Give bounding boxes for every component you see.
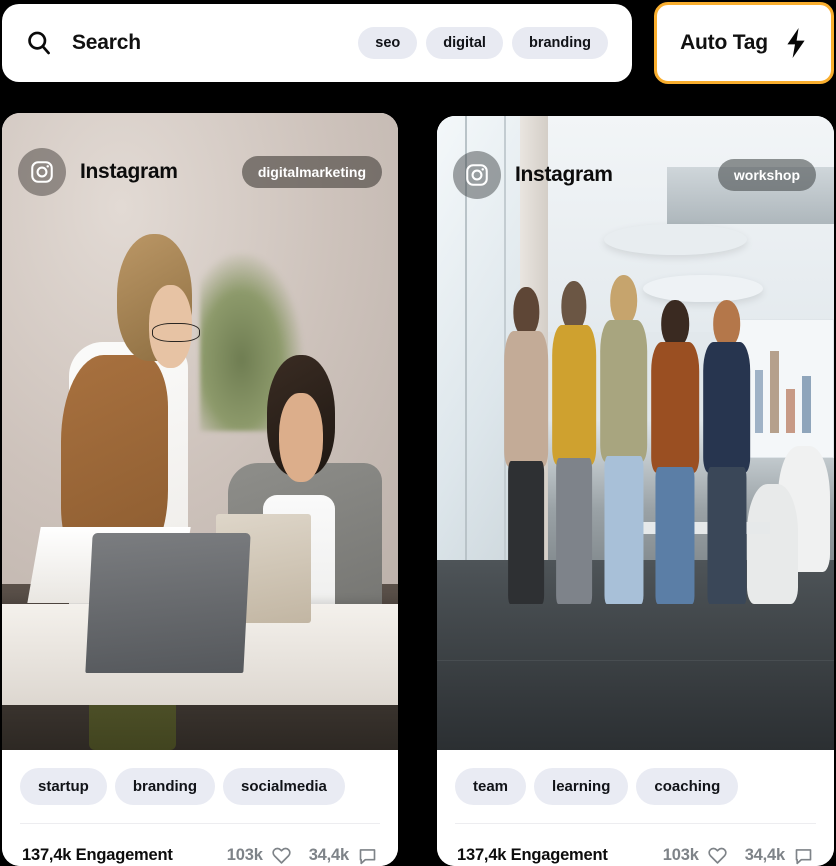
card-tag-list: startup branding socialmedia — [20, 768, 380, 823]
likes-metric[interactable]: 103k — [663, 845, 728, 866]
overlay-tag-chip[interactable]: digitalmarketing — [241, 156, 382, 188]
overlay-tag-chip[interactable]: workshop — [717, 159, 816, 191]
search-suggested-tags: seo digital branding — [358, 26, 618, 60]
card-media: Instagram digitalmarketing — [2, 113, 398, 750]
comments-metric[interactable]: 34,4k — [745, 845, 814, 866]
tag-chip[interactable]: learning — [534, 768, 629, 805]
engagement-label: 137,4k Engagement — [457, 846, 608, 864]
comment-icon — [357, 845, 378, 866]
suggested-tag-chip[interactable]: branding — [511, 26, 608, 60]
card-footer: startup branding socialmedia 137,4k Enga… — [2, 750, 398, 866]
post-card[interactable]: Instagram workshop team learning coachin… — [437, 116, 834, 866]
comments-metric[interactable]: 34,4k — [309, 845, 378, 866]
card-footer: team learning coaching 137,4k Engagement… — [437, 750, 834, 866]
card-stats-row: 137,4k Engagement 103k 34,4k — [20, 824, 380, 866]
auto-tag-button[interactable]: Auto Tag — [654, 2, 834, 84]
card-stats-row: 137,4k Engagement 103k 34,4k — [455, 824, 816, 866]
avatar — [453, 151, 501, 199]
card-media-overlay: Instagram workshop — [437, 116, 834, 234]
instagram-icon — [464, 162, 490, 188]
app-root: Search seo digital branding Auto Tag Ins… — [0, 0, 836, 866]
post-source-name: Instagram — [80, 160, 178, 183]
likes-metric[interactable]: 103k — [227, 845, 292, 866]
heart-icon — [271, 845, 292, 866]
auto-tag-label: Auto Tag — [680, 31, 768, 54]
tag-chip[interactable]: startup — [20, 768, 107, 805]
search-input[interactable]: Search — [72, 31, 141, 55]
tag-chip[interactable]: socialmedia — [223, 768, 345, 805]
lightning-bolt-icon — [784, 28, 808, 58]
card-metrics: 103k 34,4k — [663, 845, 814, 866]
tag-chip[interactable]: branding — [114, 768, 216, 805]
card-media: Instagram workshop — [437, 116, 834, 750]
tag-chip[interactable]: team — [455, 768, 527, 805]
suggested-tag-chip[interactable]: digital — [426, 26, 503, 60]
post-source-name: Instagram — [515, 163, 613, 186]
likes-value: 103k — [226, 846, 263, 864]
suggested-tag-chip[interactable]: seo — [358, 26, 418, 60]
card-media-overlay: Instagram digitalmarketing — [2, 113, 398, 231]
avatar — [18, 148, 66, 196]
instagram-icon — [29, 159, 55, 185]
search-bar[interactable]: Search seo digital branding — [2, 4, 632, 82]
card-tag-list: team learning coaching — [455, 768, 816, 823]
search-icon — [24, 28, 54, 58]
heart-icon — [707, 845, 728, 866]
comments-value: 34,4k — [308, 846, 349, 864]
tag-chip[interactable]: coaching — [636, 768, 739, 805]
comments-value: 34,4k — [744, 846, 785, 864]
engagement-label: 137,4k Engagement — [22, 846, 173, 864]
comment-icon — [793, 845, 814, 866]
top-toolbar: Search seo digital branding Auto Tag — [0, 0, 836, 86]
post-card[interactable]: Instagram digitalmarketing startup brand… — [2, 113, 398, 866]
likes-value: 103k — [662, 846, 699, 864]
card-metrics: 103k 34,4k — [227, 845, 378, 866]
